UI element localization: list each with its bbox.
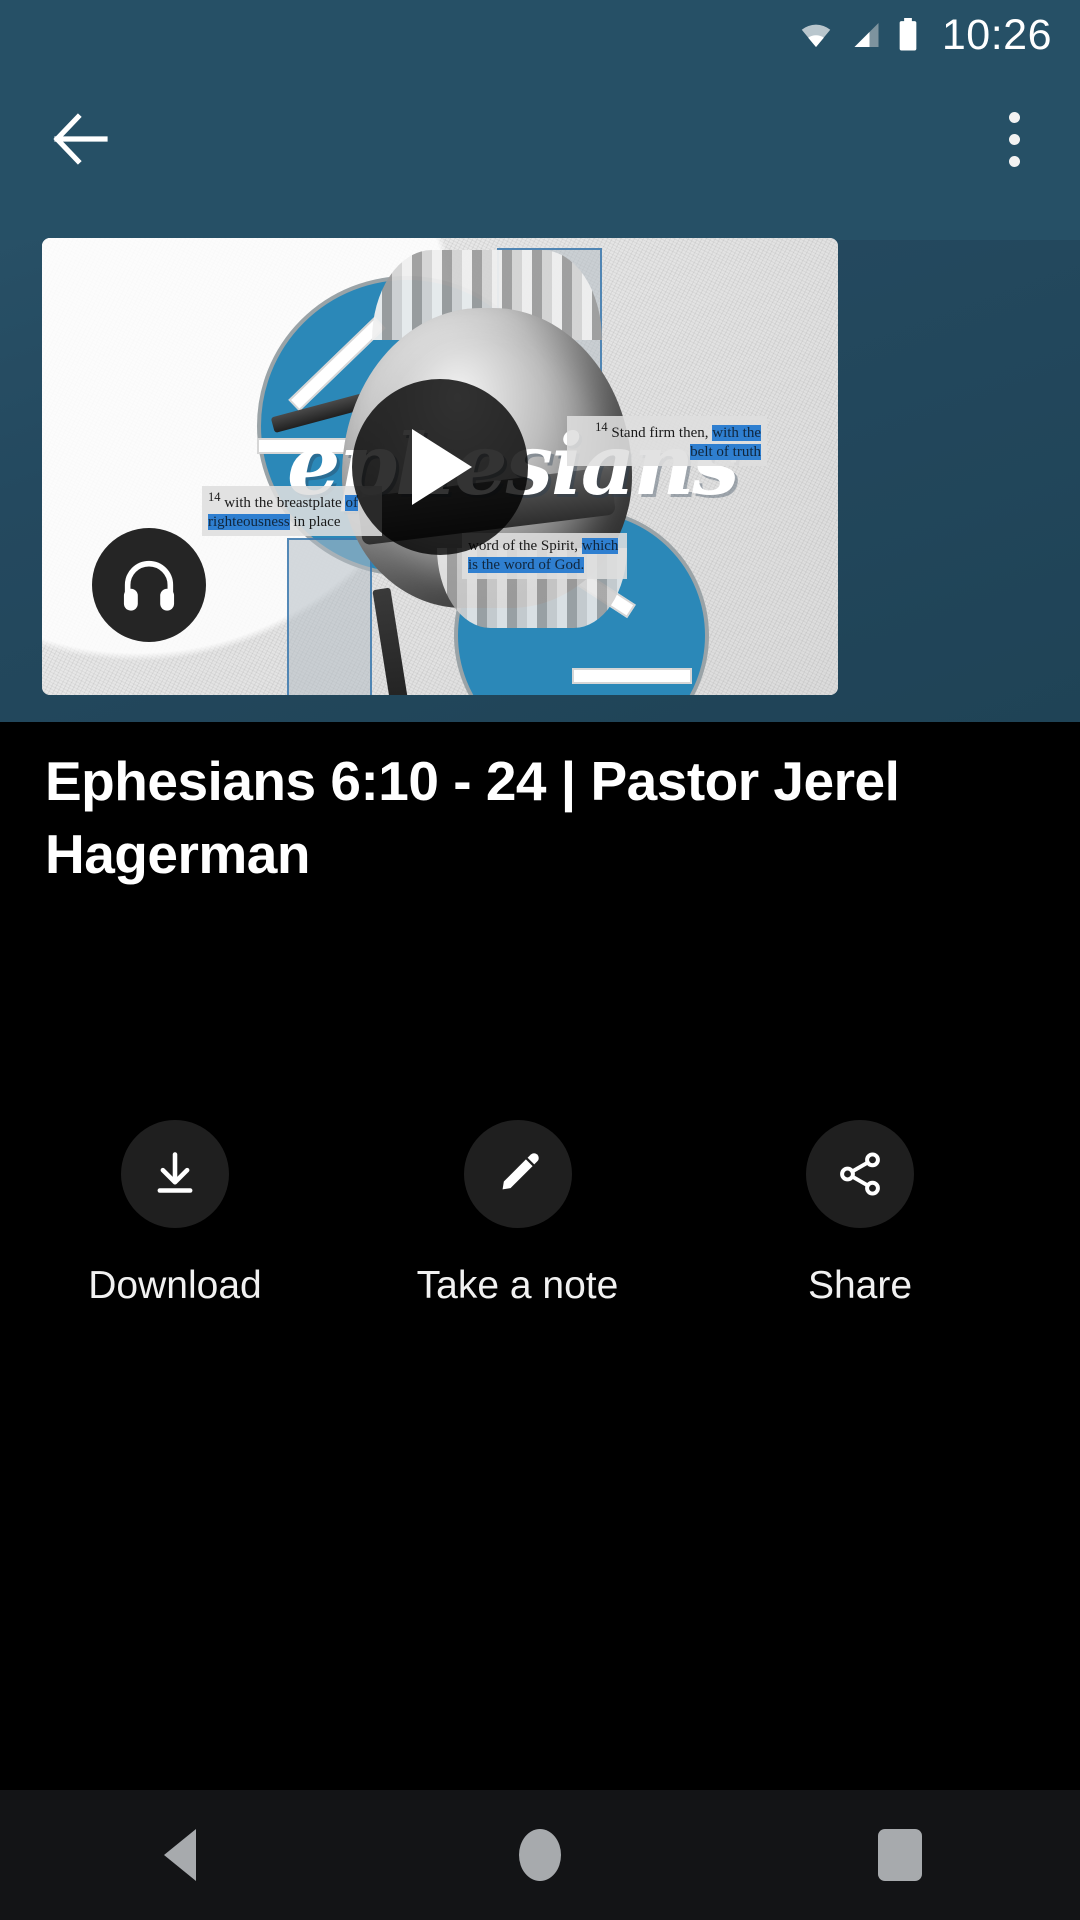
play-button[interactable] (352, 378, 528, 555)
download-icon (157, 1152, 193, 1193)
take-a-note-label: Take a note (416, 1264, 619, 1307)
wifi-icon (798, 20, 834, 50)
nav-recents-button[interactable] (810, 1790, 990, 1920)
headphones-icon (123, 560, 175, 611)
status-bar-clock: 10:26 (941, 10, 1052, 59)
status-bar: 10:26 (0, 0, 1080, 70)
verse-marker: 14 (208, 490, 221, 504)
play-triangle-icon (412, 428, 472, 505)
action-row: Download Take a note Share (45, 1120, 990, 1308)
pencil-icon (502, 1153, 539, 1190)
nav-back-button[interactable] (90, 1790, 270, 1920)
share-label: Share (807, 1264, 913, 1307)
page-title: Ephesians 6:10 - 24 | Pastor Jerel Hager… (45, 750, 900, 886)
audio-mode-button[interactable] (92, 528, 206, 642)
take-a-note-button[interactable] (463, 1120, 572, 1228)
statue-illustration (287, 538, 372, 695)
overflow-dot (1008, 133, 1020, 145)
verse-fragment: 14 with the breastplate of righteousness… (202, 486, 382, 536)
overflow-dot (1008, 111, 1020, 123)
share-icon (840, 1152, 880, 1196)
verse-fragment: 14 Stand firm then, with the belt of tru… (567, 416, 767, 466)
action-take-a-note[interactable]: Take a note (388, 1120, 648, 1308)
overflow-menu-button[interactable] (978, 98, 1050, 180)
video-thumbnail[interactable]: ephesians 14 with the breastplate of rig… (42, 238, 838, 695)
sword-shape (372, 587, 414, 695)
square-recents-icon (878, 1829, 922, 1881)
verse-text-plain: in place (293, 513, 341, 530)
app-screen: 10:26 ephesians (0, 0, 1080, 1920)
cellular-signal-icon (848, 20, 882, 50)
battery-icon (896, 18, 920, 52)
app-bar (0, 70, 1080, 240)
download-label: Download (88, 1264, 262, 1307)
back-button[interactable] (40, 98, 122, 180)
download-button[interactable] (121, 1120, 229, 1228)
overflow-dot (1008, 155, 1020, 167)
triangle-back-icon (164, 1829, 196, 1881)
verse-text-plain: Stand firm then, (611, 425, 709, 441)
circle-home-icon (519, 1829, 561, 1881)
share-button[interactable] (806, 1120, 914, 1228)
verse-text-plain: with the breastplate (224, 495, 342, 511)
system-navigation-bar (0, 1790, 1080, 1920)
verse-marker: 14 (595, 420, 608, 434)
action-share[interactable]: Share (730, 1120, 990, 1308)
nav-home-button[interactable] (450, 1790, 630, 1920)
arrow-shape (572, 668, 692, 684)
action-download[interactable]: Download (45, 1120, 305, 1308)
